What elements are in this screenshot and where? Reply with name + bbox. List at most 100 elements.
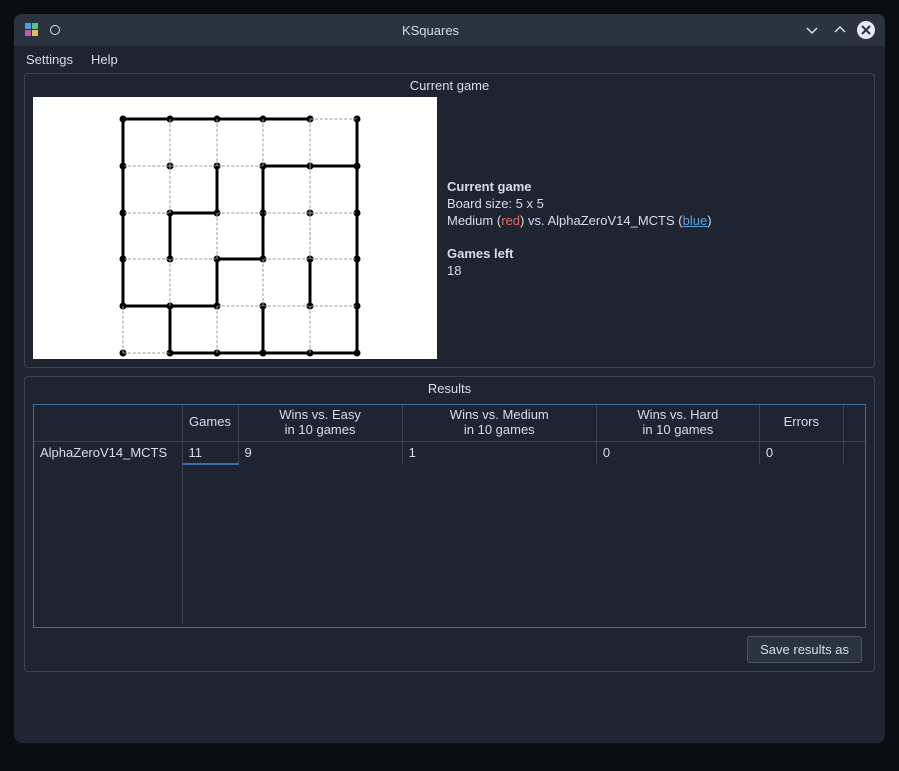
board-edge — [217, 118, 264, 121]
board-edge-empty[interactable] — [310, 306, 357, 307]
content-area: Current game Current game Board size: 5 … — [14, 73, 885, 743]
board-edge-empty[interactable] — [216, 306, 217, 353]
board-edge — [168, 306, 171, 353]
current-game-panel-title: Current game — [25, 74, 874, 97]
player1-color: red — [501, 213, 520, 228]
maximize-button[interactable] — [829, 19, 851, 41]
titlebar[interactable]: KSquares — [14, 14, 885, 46]
board-edge-empty[interactable] — [170, 165, 217, 166]
board-edge-empty[interactable] — [169, 119, 170, 166]
board-edge-empty[interactable] — [310, 306, 311, 353]
table-filler — [34, 464, 865, 624]
board-size-label: Board size: 5 x 5 — [447, 196, 866, 211]
game-info: Current game Board size: 5 x 5 Medium (r… — [447, 97, 866, 359]
board-edge-empty[interactable] — [263, 259, 310, 260]
board-edge — [356, 259, 359, 306]
board-edge-empty[interactable] — [263, 259, 264, 306]
board-edge-empty[interactable] — [310, 119, 311, 166]
board-edge — [123, 305, 170, 308]
board-edge — [217, 352, 264, 355]
board-edge — [170, 118, 217, 121]
board-edge-empty[interactable] — [217, 212, 264, 213]
current-game-panel: Current game Current game Board size: 5 … — [24, 73, 875, 368]
board-edge-empty[interactable] — [123, 353, 170, 354]
board-edge-empty[interactable] — [310, 259, 357, 260]
player2-name: AlphaZeroV14_MCTS — [547, 213, 674, 228]
player2-color: blue — [683, 213, 708, 228]
board-edge — [122, 213, 125, 260]
col-header-medium[interactable]: Wins vs. Mediumin 10 games — [402, 405, 596, 441]
board-edge — [170, 211, 217, 214]
app-window: KSquares Settings Help Current game Curr… — [14, 14, 885, 743]
board-edge-empty[interactable] — [310, 166, 311, 213]
player1-name: Medium — [447, 213, 493, 228]
results-panel-title: Results — [25, 377, 874, 400]
board-edge-empty[interactable] — [263, 306, 310, 307]
board-edge-empty[interactable] — [217, 306, 264, 307]
board-edge — [122, 166, 125, 213]
board-edge-empty[interactable] — [216, 213, 217, 260]
games-left-value: 18 — [447, 263, 866, 278]
players-line: Medium (red) vs. AlphaZeroV14_MCTS (blue… — [447, 213, 866, 228]
save-results-button[interactable]: Save results as — [747, 636, 862, 663]
board-edge — [215, 166, 218, 213]
results-table[interactable]: Games Wins vs. Easyin 10 games Wins vs. … — [33, 404, 866, 628]
results-panel: Results Games Wins vs. Easyin 10 games W… — [24, 376, 875, 672]
board-edge-empty[interactable] — [170, 259, 217, 260]
board-edge — [356, 306, 359, 353]
board-edge — [262, 306, 265, 353]
board-edge-empty[interactable] — [310, 119, 357, 120]
board-edge — [309, 259, 312, 306]
board-edge-empty[interactable] — [310, 213, 311, 260]
board-edge-empty[interactable] — [263, 212, 310, 213]
board-edge — [263, 352, 310, 355]
app-icon — [24, 22, 40, 38]
board-edge-empty[interactable] — [310, 212, 357, 213]
board-edge — [310, 352, 357, 355]
row-name: AlphaZeroV14_MCTS — [34, 441, 182, 464]
board-edge-empty[interactable] — [216, 119, 217, 166]
col-header-easy[interactable]: Wins vs. Easyin 10 games — [238, 405, 402, 441]
vs-label: vs. — [528, 213, 545, 228]
col-header-blank[interactable] — [34, 405, 182, 441]
board-edge — [356, 213, 359, 260]
cell-errors: 0 — [759, 441, 843, 464]
board-canvas[interactable] — [33, 97, 437, 359]
col-header-games[interactable]: Games — [182, 405, 238, 441]
board-edge-empty[interactable] — [123, 306, 124, 353]
cell-wins-hard: 0 — [596, 441, 759, 464]
pin-icon[interactable] — [50, 25, 60, 35]
board-edge — [356, 166, 359, 213]
board-edge — [122, 119, 125, 166]
board-edge — [263, 118, 310, 121]
board-edge — [262, 166, 265, 213]
board-edge — [170, 305, 217, 308]
board-edge — [122, 259, 125, 306]
board-edge — [263, 164, 310, 167]
board-edge-empty[interactable] — [123, 259, 170, 260]
cell-wins-medium: 1 — [402, 441, 596, 464]
board-edge-empty[interactable] — [169, 166, 170, 213]
games-left-heading: Games left — [447, 246, 866, 261]
board-edge-empty[interactable] — [217, 165, 264, 166]
col-header-hard[interactable]: Wins vs. Hardin 10 games — [596, 405, 759, 441]
board-edge — [262, 213, 265, 260]
menu-settings[interactable]: Settings — [26, 52, 73, 67]
col-header-spacer — [843, 405, 865, 441]
board-edge-empty[interactable] — [123, 212, 170, 213]
board-edge-empty[interactable] — [263, 119, 264, 166]
table-row[interactable]: AlphaZeroV14_MCTS 11 9 1 0 0 — [34, 441, 865, 464]
close-button[interactable] — [857, 21, 875, 39]
current-game-heading: Current game — [447, 179, 866, 194]
window-title: KSquares — [66, 23, 795, 38]
minimize-button[interactable] — [801, 19, 823, 41]
board-edge-empty[interactable] — [169, 259, 170, 306]
cell-games: 11 — [182, 441, 238, 464]
menubar: Settings Help — [14, 46, 885, 73]
board-edge — [217, 258, 264, 261]
board-edge — [215, 259, 218, 306]
menu-help[interactable]: Help — [91, 52, 118, 67]
board-edge-empty[interactable] — [123, 165, 170, 166]
board-edge — [170, 352, 217, 355]
col-header-errors[interactable]: Errors — [759, 405, 843, 441]
